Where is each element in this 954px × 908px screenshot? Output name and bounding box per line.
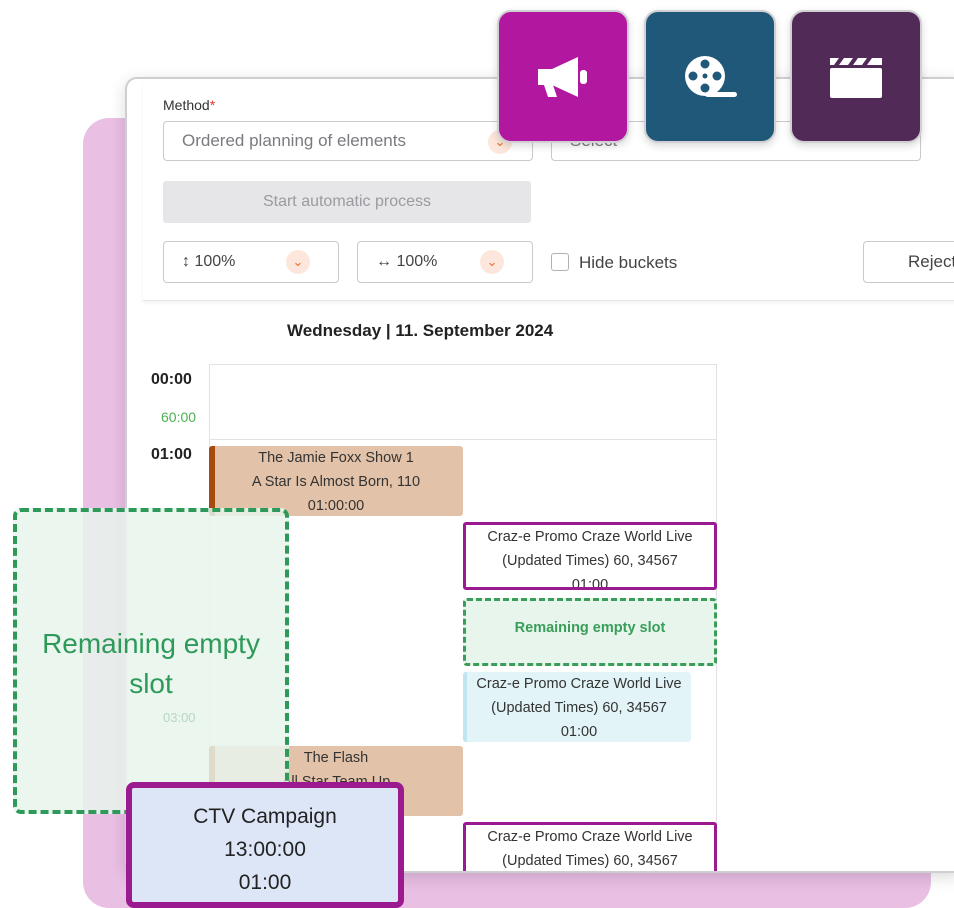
horizontal-arrows-icon: ↔ [376,253,392,270]
method-label: Method* [163,97,216,113]
time-label: 00:00 [151,371,192,388]
ctv-time: 13:00:00 [224,838,306,861]
event-title: Craz-e Promo Craze World Live [487,829,693,845]
film-reel-icon [685,55,737,97]
start-automatic-process-button[interactable]: Start automatic process [163,181,531,223]
horizontal-zoom-value: 100% [396,253,438,270]
event-title: Craz-e Promo Craze World Live [476,676,682,692]
faded-time-label: 03:00 [163,710,196,725]
vertical-zoom-value: 100% [194,253,236,270]
megaphone-icon [538,56,587,97]
horizontal-zoom-select[interactable]: ↔ 100% ⌄ [357,241,533,283]
chevron-down-icon: ⌄ [480,250,504,274]
hide-buckets-checkbox[interactable] [551,253,569,271]
event-duration: 01:00 [571,577,609,590]
empty-slot-label: Remaining empty slot [42,628,260,699]
event-subtitle: (Updated Times) 60, 34567 [502,853,678,869]
vertical-zoom-select[interactable]: ↕ 100% ⌄ [163,241,339,283]
ctv-duration: 01:00 [238,871,292,894]
remaining-empty-slot-callout: Remaining empty slot 03:00 [13,508,289,814]
schedule-event-highlighted[interactable]: Craz-e Promo Craze World Live (Updated T… [463,522,717,590]
event-subtitle: (Updated Times) 60, 34567 [502,553,678,569]
reject-button[interactable]: Reject [863,241,954,283]
day-header: Wednesday | 11. September 2024 [287,321,554,340]
megaphone-tile[interactable] [497,10,629,143]
film-reel-tile[interactable] [644,10,776,143]
schedule-event-highlighted[interactable]: Craz-e Promo Craze World Live (Updated T… [463,822,717,871]
empty-slot[interactable]: Remaining empty slot [463,598,717,666]
method-select[interactable]: Ordered planning of elements ⌄ [163,121,533,161]
required-mark: * [209,97,216,113]
ctv-campaign-card[interactable]: CTV Campaign 13:00:00 01:00 [126,782,404,908]
event-title: The Jamie Foxx Show 1 [258,450,414,466]
schedule-event[interactable]: Craz-e Promo Craze World Live (Updated T… [463,672,691,742]
event-subtitle: A Star Is Almost Born, 110 [251,474,421,490]
time-label: 01:00 [151,446,192,463]
ctv-title: CTV Campaign [193,805,337,828]
hour-divider [209,439,717,440]
chevron-down-icon: ⌄ [286,250,310,274]
clapperboard-tile[interactable] [790,10,922,143]
event-subtitle: (Updated Times) 60, 34567 [491,700,667,716]
clapperboard-icon [830,57,882,98]
vertical-arrows-icon: ↕ [182,253,190,270]
method-select-value: Ordered planning of elements [182,131,406,150]
schedule-event[interactable]: The Jamie Foxx Show 1 A Star Is Almost B… [209,446,463,516]
duration-label: 60:00 [161,409,197,425]
event-title: Craz-e Promo Craze World Live [487,529,693,545]
event-duration: 01:00 [560,724,598,740]
hide-buckets-label: Hide buckets [579,253,678,272]
